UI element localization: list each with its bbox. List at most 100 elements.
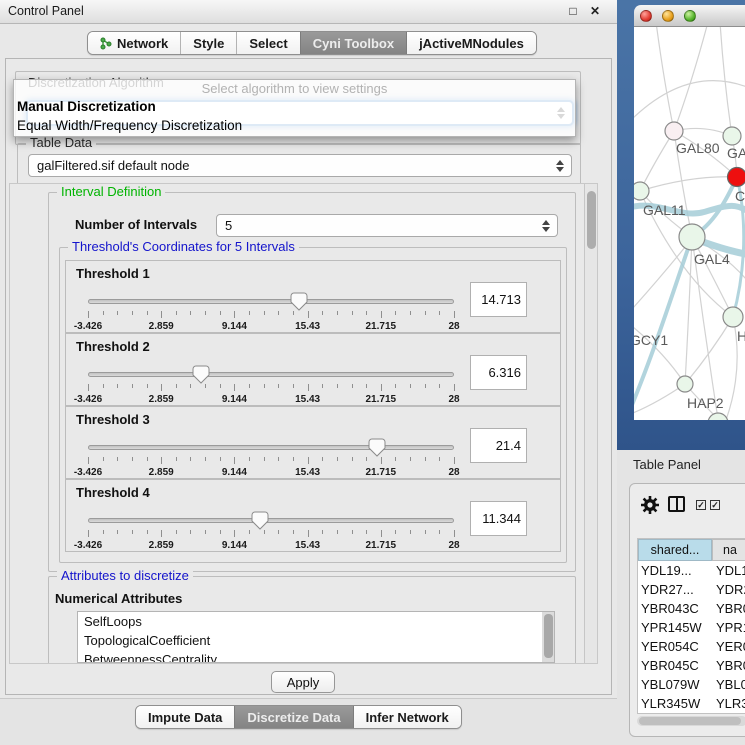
close-traffic-light-icon[interactable] xyxy=(640,10,652,22)
label-partial-top-right: GA xyxy=(727,145,745,161)
attributes-scrollbar[interactable] xyxy=(542,612,554,662)
float-window-icon[interactable]: □ xyxy=(565,3,581,19)
viewport-scrollbar[interactable] xyxy=(584,184,597,663)
threshold-2-label: Threshold 2 xyxy=(76,339,150,354)
list-item-selfloops[interactable]: SelfLoops xyxy=(78,612,554,631)
table-row[interactable]: YBR045CYBR0 xyxy=(638,656,745,675)
threshold-4-slider[interactable]: -3.426 2.859 9.144 15.43 21.715 28 xyxy=(88,510,454,550)
dropdown-option-equal-width[interactable]: Equal Width/Frequency Discretization xyxy=(14,116,575,135)
zoom-traffic-light-icon[interactable] xyxy=(684,10,696,22)
threshold-3-value-field[interactable]: 21.4 xyxy=(470,428,527,463)
cell: YER054C xyxy=(638,637,712,656)
slider-track[interactable] xyxy=(88,372,454,377)
tab-cyni-toolbox[interactable]: Cyni Toolbox xyxy=(300,32,406,54)
dropdown-placeholder: Select algorithm to view settings xyxy=(14,80,575,97)
scale-label: -3.426 xyxy=(74,540,102,551)
slider-thumb[interactable] xyxy=(290,292,308,311)
slider-thumb[interactable] xyxy=(251,511,269,530)
tab-infer-network[interactable]: Infer Network xyxy=(353,706,461,728)
threshold-3-slider[interactable]: -3.426 2.859 9.144 15.43 21.715 28 xyxy=(88,437,454,477)
column-header-shared-name[interactable]: shared... xyxy=(638,539,712,561)
network-window[interactable]: GAL80 GA C GAL11 GAL4 GCY1 H HAP2 xyxy=(617,0,745,450)
table-row[interactable]: YER054CYER0 xyxy=(638,637,745,656)
cell: YDR27... xyxy=(638,580,712,599)
slider-thumb[interactable] xyxy=(368,438,386,457)
table-row[interactable]: YDR27...YDR2 xyxy=(638,580,745,599)
tab-style[interactable]: Style xyxy=(180,32,236,54)
node-bottom-partial[interactable] xyxy=(708,413,728,420)
checkbox-icon[interactable]: ✓ xyxy=(696,500,706,510)
threshold-1-value-field[interactable]: 14.713 xyxy=(470,282,527,317)
attributes-to-discretize-group: Attributes to discretize Numerical Attri… xyxy=(48,576,576,664)
tab-select-label: Select xyxy=(249,36,287,51)
numerical-attributes-list[interactable]: SelfLoops TopologicalCoefficient Between… xyxy=(77,611,555,663)
list-item-topologicalcoefficient[interactable]: TopologicalCoefficient xyxy=(78,631,554,650)
slider-ticks xyxy=(88,530,454,538)
node-hap2[interactable] xyxy=(677,376,693,392)
threshold-2-box: Threshold 2 -3.426 2.859 9.144 xyxy=(65,333,561,406)
threshold-3-box: Threshold 3 -3.426 2.859 9.144 xyxy=(65,406,561,479)
table-data-select[interactable]: galFiltered.sif default node xyxy=(28,154,572,177)
checkbox-icon[interactable]: ✓ xyxy=(710,500,720,510)
apply-button[interactable]: Apply xyxy=(271,671,335,693)
label-gal4: GAL4 xyxy=(694,251,730,267)
scrollbar-thumb[interactable] xyxy=(544,614,553,658)
tab-style-label: Style xyxy=(193,36,224,51)
tab-cyni-toolbox-label: Cyni Toolbox xyxy=(313,36,394,51)
scale-label: 9.144 xyxy=(222,540,247,551)
threshold-4-value-field[interactable]: 11.344 xyxy=(470,501,527,536)
table-row[interactable]: YLR345WYLR3 xyxy=(638,694,745,713)
scale-label: 2.859 xyxy=(149,467,174,478)
threshold-1-slider[interactable]: -3.426 2.859 9.144 15.43 21.715 28 xyxy=(88,291,454,331)
threshold-4-box: Threshold 4 -3.426 2.859 9.144 xyxy=(65,479,561,552)
tab-discretize-data[interactable]: Discretize Data xyxy=(234,706,352,728)
stepper-icon[interactable] xyxy=(542,220,551,232)
slider-track[interactable] xyxy=(88,445,454,450)
slider-ticks xyxy=(88,384,454,392)
tab-select[interactable]: Select xyxy=(236,32,299,54)
cell: YIL0 xyxy=(712,713,743,714)
scrollbar-thumb[interactable] xyxy=(587,191,596,249)
network-window-titlebar[interactable] xyxy=(634,5,745,27)
table-row[interactable]: YIL052CYIL0 xyxy=(638,713,745,714)
threshold-3-label: Threshold 3 xyxy=(76,412,150,427)
threshold-2-value-field[interactable]: 6.316 xyxy=(470,355,527,390)
slider-thumb[interactable] xyxy=(192,365,210,384)
cell: YPR1 xyxy=(712,618,745,637)
slider-track[interactable] xyxy=(88,518,454,523)
slider-track[interactable] xyxy=(88,299,454,304)
cell: YPR145W xyxy=(638,618,712,637)
node-partial-top-right[interactable] xyxy=(723,127,741,145)
scrollbar-thumb[interactable] xyxy=(639,717,741,725)
gear-icon[interactable] xyxy=(640,495,660,515)
table-row[interactable]: YBL079WYBL0 xyxy=(638,675,745,694)
number-of-intervals-select[interactable]: 5 xyxy=(216,214,558,237)
network-nodes[interactable] xyxy=(634,122,745,420)
interval-definition-group: Interval Definition Number of Intervals … xyxy=(48,192,576,572)
scale-label: 21.715 xyxy=(366,467,397,478)
minimize-traffic-light-icon[interactable] xyxy=(662,10,674,22)
node-gal11[interactable] xyxy=(634,182,649,200)
table-row[interactable]: YPR145WYPR1 xyxy=(638,618,745,637)
table-row[interactable]: YDL19...YDL1 xyxy=(638,561,745,580)
network-canvas[interactable]: GAL80 GA C GAL11 GAL4 GCY1 H HAP2 xyxy=(634,27,745,420)
close-icon[interactable]: ✕ xyxy=(587,3,603,19)
scale-label: 15.43 xyxy=(295,540,320,551)
split-view-icon[interactable] xyxy=(668,496,685,512)
list-item-betweennesscentrality[interactable]: BetweennessCentrality xyxy=(78,650,554,663)
node-gal80[interactable] xyxy=(665,122,683,140)
threshold-2-slider[interactable]: -3.426 2.859 9.144 15.43 21.715 28 xyxy=(88,364,454,404)
node-red[interactable] xyxy=(728,168,745,187)
node-partial-low-right[interactable] xyxy=(723,307,743,327)
column-header-name[interactable]: na xyxy=(712,539,745,561)
node-gal4[interactable] xyxy=(679,224,705,250)
table-horizontal-scrollbar[interactable] xyxy=(637,716,745,726)
label-partial-mid-right: C xyxy=(735,188,745,204)
tab-network[interactable]: Network xyxy=(88,32,180,54)
interval-definition-title: Interval Definition xyxy=(57,184,165,199)
tab-jactivemnodules[interactable]: jActiveMNodules xyxy=(406,32,536,54)
tab-impute-data[interactable]: Impute Data xyxy=(136,706,234,728)
dropdown-option-manual[interactable]: Manual Discretization xyxy=(14,97,575,116)
table-row[interactable]: YBR043CYBR0 xyxy=(638,599,745,618)
stepper-icon[interactable] xyxy=(556,160,565,172)
